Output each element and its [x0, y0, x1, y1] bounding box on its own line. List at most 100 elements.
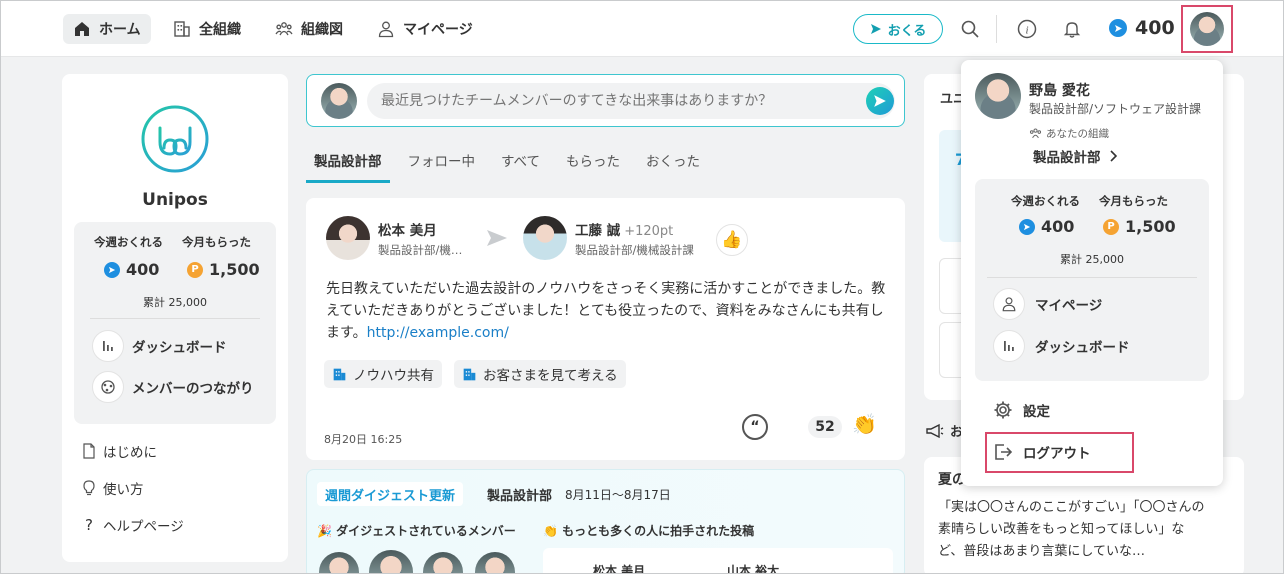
sender-dept: 製品設計部/機… [378, 242, 463, 257]
digest-department: 製品設計部 [487, 489, 553, 504]
post-input[interactable] [367, 83, 895, 119]
tab-following[interactable]: フォロー中 [400, 151, 484, 183]
arrow-right-icon [487, 230, 507, 246]
post-sender[interactable]: 松本 美月 製品設計部/機… [326, 216, 462, 260]
notification-button[interactable] [1060, 17, 1084, 41]
digest-receiver-name: 山本 裕太 [727, 564, 780, 574]
month-received-stat: P 1,500 [187, 260, 260, 279]
dashboard-link[interactable]: ダッシュボード [92, 330, 227, 362]
network-icon [92, 371, 124, 403]
nav-home-label: ホーム [99, 22, 141, 38]
document-icon [83, 443, 95, 459]
logout-icon [995, 444, 1013, 460]
divider [90, 318, 260, 319]
logout-menu-item[interactable]: ログアウト [993, 442, 1091, 462]
send-button[interactable]: おくる [853, 14, 943, 44]
send-arrow-icon [870, 24, 881, 34]
clap-count: 52 [808, 416, 842, 438]
digest-members-label: 🎉 ダイジェストされているメンバー [317, 524, 516, 538]
help-page-link[interactable]: ? ヘルプページ [82, 515, 184, 535]
tab-department[interactable]: 製品設計部 [306, 151, 390, 183]
hashtag-label: ノウハウ共有 [353, 368, 434, 384]
brand-name: Unipos [142, 190, 208, 210]
avatar [1190, 12, 1224, 46]
org-link[interactable]: 製品設計部 [1033, 146, 1117, 166]
digest-badge: 週間ダイジェスト更新 [317, 482, 464, 506]
nav-divider [996, 15, 997, 43]
divider [987, 277, 1197, 278]
sender-name: 松本 美月 [378, 222, 437, 239]
building-icon [174, 21, 190, 37]
how-to-use-link[interactable]: 使い方 [82, 478, 144, 498]
member-connections-link[interactable]: メンバーのつながり [92, 371, 254, 403]
avatar [321, 83, 357, 119]
send-points-display: 400 [1109, 17, 1175, 39]
avatar [326, 216, 370, 260]
comment-quote-icon[interactable]: “ [742, 414, 768, 440]
month-received-label: 今月もらった [1099, 194, 1168, 208]
org-label-text: あなたの組織 [1046, 128, 1109, 140]
user-icon [993, 288, 1025, 320]
dropdown-dashboard-link[interactable]: ダッシュボード [993, 330, 1130, 362]
hashtag-chip[interactable]: お客さまを見て考える [454, 360, 626, 388]
nav-all-org-label: 全組織 [199, 22, 241, 38]
digest-top-post[interactable]: 松本 美月 山本 裕太 [543, 548, 893, 574]
post-receiver[interactable]: 工藤 誠 +120pt 製品設計部/機械設計課 [523, 216, 694, 260]
orange-point-icon: P [1103, 218, 1119, 235]
receiver-name: 工藤 誠 [575, 222, 621, 239]
getting-started-label: はじめに [103, 445, 157, 461]
dropdown-mypage-link[interactable]: マイページ [993, 288, 1102, 320]
gear-icon [994, 401, 1012, 419]
megaphone-icon [926, 423, 944, 438]
nav-all-org[interactable]: 全組織 [163, 14, 251, 44]
avatar [475, 552, 515, 573]
month-received-label: 今月もらった [182, 235, 251, 249]
getting-started-link[interactable]: はじめに [82, 441, 157, 461]
profile-avatar-button[interactable] [1181, 5, 1233, 53]
blue-point-icon [1109, 19, 1127, 37]
svg-text:i: i [1025, 25, 1028, 37]
digest-top-post-label: 👏 もっとも多くの人に拍手された投稿 [543, 524, 755, 538]
post-send-button[interactable] [866, 87, 894, 115]
thumbs-up-icon[interactable]: 👍 [716, 224, 748, 256]
nav-mypage[interactable]: マイページ [367, 14, 483, 44]
clap-icon[interactable]: 👏 [852, 412, 877, 436]
digest-range: 8月11日〜8月17日 [565, 488, 671, 502]
settings-menu-item[interactable]: 設定 [993, 400, 1050, 420]
avatar [975, 73, 1021, 119]
tab-all[interactable]: すべて [493, 151, 548, 183]
question-icon: ? [85, 516, 93, 534]
nav-org-chart[interactable]: 組織図 [265, 14, 353, 44]
info-button[interactable]: i [1015, 17, 1039, 41]
blue-point-icon [1019, 218, 1035, 235]
org-label: あなたの組織 [1029, 126, 1109, 141]
settings-label: 設定 [1023, 404, 1050, 420]
post-link[interactable]: http://example.com/ [367, 325, 509, 341]
search-button[interactable] [958, 17, 982, 41]
search-icon [961, 20, 979, 38]
post-points: +120pt [624, 223, 674, 239]
how-to-use-label: 使い方 [103, 482, 144, 498]
unipos-logo-icon [141, 105, 209, 173]
send-points-value: 400 [1135, 17, 1175, 39]
send-button-label: おくる [887, 23, 927, 39]
info-icon: i [1017, 19, 1037, 39]
digest-sender-name: 松本 美月 [593, 564, 646, 574]
tab-received[interactable]: もらった [558, 151, 628, 183]
nav-home[interactable]: ホーム [63, 14, 151, 44]
post-timestamp: 8月20日 16:25 [324, 433, 403, 446]
lightbulb-icon [83, 480, 95, 496]
avatar [523, 216, 567, 260]
logout-label: ログアウト [1023, 446, 1091, 462]
weekly-digest-card[interactable]: 週間ダイジェスト更新 製品設計部 8月11日〜8月17日 🎉 ダイジェストされて… [306, 469, 905, 574]
home-icon [75, 22, 89, 36]
nav-mypage-label: マイページ [403, 22, 473, 38]
post-composer [306, 74, 905, 127]
orange-point-icon: P [187, 261, 203, 278]
dropdown-points-summary: 今週おくれる 今月もらった 400 P 1,500 累計 25,000 マイペー… [975, 179, 1209, 381]
top-nav: ホーム 全組織 組織図 マイページ おくる i 400 [1, 1, 1283, 57]
month-received-value: 1,500 [209, 260, 260, 279]
tab-sent[interactable]: おくった [638, 151, 708, 183]
post-body: 先日教えていただいた過去設計のノウハウをさっそく実務に活かすことができました。教… [326, 278, 886, 344]
hashtag-chip[interactable]: ノウハウ共有 [324, 360, 442, 388]
